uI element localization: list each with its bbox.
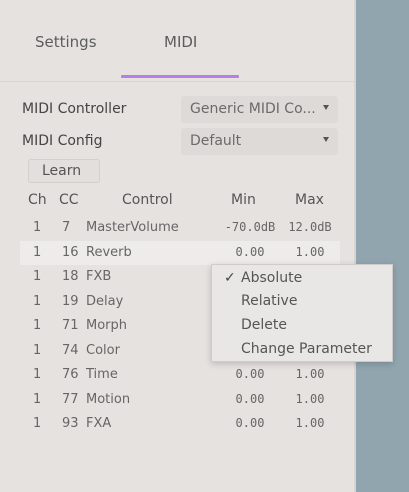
chevron-down-icon xyxy=(323,137,329,142)
row-control: FXA xyxy=(86,416,112,431)
row-ch: 1 xyxy=(33,220,42,235)
row-cc: 76 xyxy=(62,367,79,382)
menu-item-label: Absolute xyxy=(241,270,303,286)
row-cc: 18 xyxy=(62,269,79,284)
row-cc: 93 xyxy=(62,416,79,431)
row-ch: 1 xyxy=(33,367,42,382)
checkmark-icon: ✓ xyxy=(224,270,236,286)
row-ch: 1 xyxy=(33,318,42,333)
table-row[interactable]: 1 76 Time 0.00 1.00 xyxy=(20,363,340,387)
row-ch: 1 xyxy=(33,245,42,260)
menu-item-label: Relative xyxy=(241,293,298,309)
menu-item-label: Change Parameter xyxy=(241,341,372,357)
row-min[interactable]: -70.0dB xyxy=(220,220,280,234)
row-cc: 77 xyxy=(62,392,79,407)
row-cc: 19 xyxy=(62,294,79,309)
row-control: Delay xyxy=(86,294,124,309)
column-header-control: Control xyxy=(122,192,173,208)
row-max[interactable]: 1.00 xyxy=(282,392,338,406)
menu-item-relative[interactable]: Relative xyxy=(212,290,392,312)
row-max[interactable]: 1.00 xyxy=(282,245,338,259)
row-min[interactable]: 0.00 xyxy=(220,245,280,259)
learn-button-label: Learn xyxy=(42,163,82,179)
row-ch: 1 xyxy=(33,269,42,284)
tab-midi[interactable]: MIDI xyxy=(164,33,197,51)
row-control: Motion xyxy=(86,392,131,407)
midi-controller-value: Generic MIDI Co... xyxy=(190,101,316,117)
row-control: MasterVolume xyxy=(86,220,179,235)
row-ch: 1 xyxy=(33,294,42,309)
column-header-ch: Ch xyxy=(28,192,47,208)
row-control: Morph xyxy=(86,318,128,333)
midi-config-label: MIDI Config xyxy=(22,133,103,149)
menu-item-absolute[interactable]: ✓ Absolute xyxy=(212,267,392,289)
tab-settings[interactable]: Settings xyxy=(35,33,97,51)
row-min[interactable]: 0.00 xyxy=(220,367,280,381)
row-max[interactable]: 12.0dB xyxy=(282,220,338,234)
table-row[interactable]: 1 7 MasterVolume -70.0dB 12.0dB xyxy=(20,216,340,240)
row-cc: 74 xyxy=(62,343,79,358)
row-control: Color xyxy=(86,343,120,358)
row-max[interactable]: 1.00 xyxy=(282,367,338,381)
row-control: Reverb xyxy=(86,245,132,260)
active-tab-indicator xyxy=(121,75,239,78)
menu-item-label: Delete xyxy=(241,317,287,333)
chevron-down-icon xyxy=(323,105,329,110)
column-header-max: Max xyxy=(295,192,324,208)
table-row[interactable]: 1 93 FXA 0.00 1.00 xyxy=(20,412,340,436)
midi-config-value: Default xyxy=(190,133,242,149)
row-min[interactable]: 0.00 xyxy=(220,392,280,406)
column-header-min: Min xyxy=(231,192,256,208)
row-control: FXB xyxy=(86,269,112,284)
row-cc: 71 xyxy=(62,318,79,333)
row-ch: 1 xyxy=(33,416,42,431)
row-max[interactable]: 1.00 xyxy=(282,416,338,430)
settings-panel: Settings MIDI MIDI Controller Generic MI… xyxy=(0,0,354,492)
midi-controller-label: MIDI Controller xyxy=(22,101,127,117)
menu-item-change-parameter[interactable]: Change Parameter xyxy=(212,338,392,360)
table-row[interactable]: 1 16 Reverb 0.00 1.00 xyxy=(20,241,340,265)
table-row[interactable]: 1 77 Motion 0.00 1.00 xyxy=(20,388,340,412)
midi-config-select[interactable]: Default xyxy=(181,128,338,155)
panel-edge xyxy=(354,0,356,492)
row-cc: 16 xyxy=(62,245,79,260)
tab-divider xyxy=(0,81,354,82)
row-control: Time xyxy=(86,367,118,382)
row-ch: 1 xyxy=(33,343,42,358)
row-ch: 1 xyxy=(33,392,42,407)
column-header-cc: CC xyxy=(59,192,79,208)
learn-button[interactable]: Learn xyxy=(28,159,100,183)
context-menu: ✓ Absolute Relative Delete Change Parame… xyxy=(211,264,393,362)
row-min[interactable]: 0.00 xyxy=(220,416,280,430)
row-cc: 7 xyxy=(62,220,71,235)
menu-item-delete[interactable]: Delete xyxy=(212,314,392,336)
midi-controller-select[interactable]: Generic MIDI Co... xyxy=(181,96,338,123)
